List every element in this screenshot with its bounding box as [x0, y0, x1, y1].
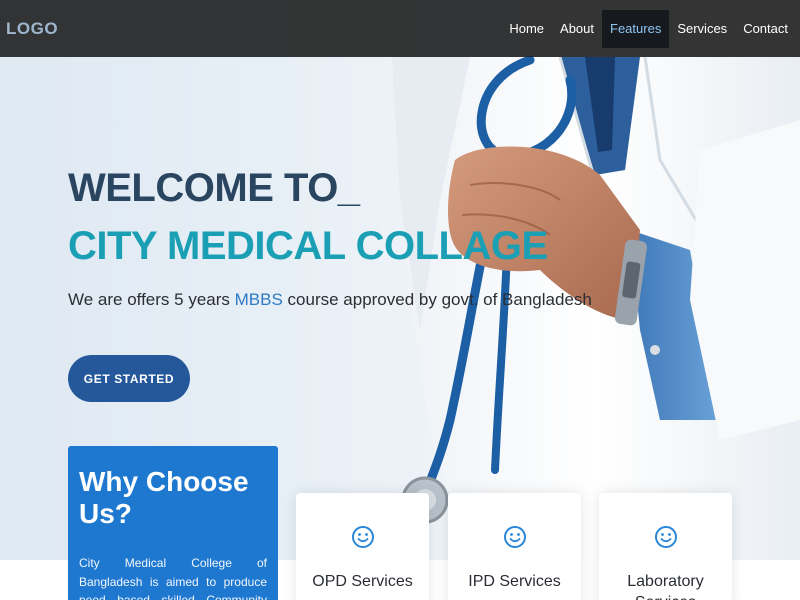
nav-contact[interactable]: Contact [735, 10, 796, 48]
tagline-highlight: MBBS [234, 290, 283, 309]
get-started-button[interactable]: GET STARTED [68, 355, 190, 402]
logo[interactable]: LOGO [6, 19, 58, 39]
service-card-opd[interactable]: OPD Services [296, 493, 429, 600]
why-text: City Medical College of Bangladesh is ai… [79, 556, 267, 600]
hero-heading-welcome: WELCOME TO_ [68, 166, 360, 210]
service-label: OPD Services [312, 573, 413, 590]
hero-heading-college: CITY MEDICAL COLLAGE [68, 224, 548, 268]
why-choose-us-box: Why Choose Us? City Medical College of B… [68, 446, 278, 600]
tagline-suffix: course approved by govt. of Bangladesh [282, 290, 592, 309]
service-card-ipd[interactable]: IPD Services [448, 493, 581, 600]
service-card-laboratory[interactable]: Laboratory Services [599, 493, 732, 600]
main-nav: Home About Features Services Contact [501, 0, 796, 57]
why-title: Why Choose Us? [79, 466, 249, 529]
hero-tagline: We are offers 5 years MBBS course approv… [68, 290, 592, 310]
nav-home[interactable]: Home [501, 10, 552, 48]
service-label: IPD Services [468, 573, 561, 590]
service-label: Laboratory Services [627, 573, 704, 600]
smiley-icon [351, 521, 375, 558]
navbar: LOGO Home About Features Services Contac… [0, 0, 800, 57]
smiley-icon [654, 521, 678, 558]
nav-features[interactable]: Features [602, 9, 670, 48]
smiley-icon [503, 521, 527, 558]
nav-about[interactable]: About [552, 10, 602, 48]
nav-services[interactable]: Services [669, 10, 735, 48]
tagline-prefix: We are offers 5 years [68, 290, 235, 309]
